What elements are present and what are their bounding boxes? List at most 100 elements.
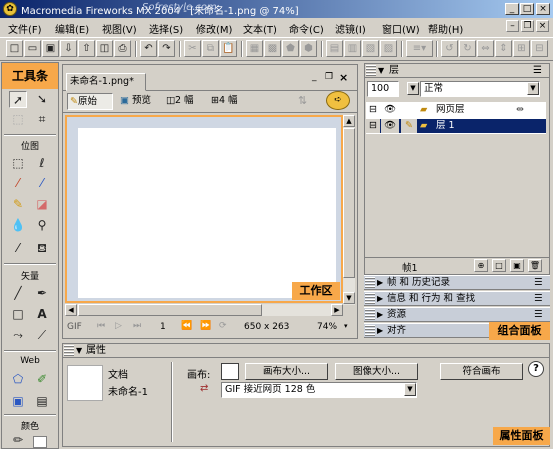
split-icon[interactable]: ⬢: [300, 40, 317, 57]
arrange-icon[interactable]: ⊟: [531, 40, 548, 57]
fit-canvas-button[interactable]: 符合画布: [440, 363, 523, 380]
export-format-select[interactable]: GIF 接近网页 128 色: [221, 382, 417, 398]
expand-arrow-icon[interactable]: ▶: [377, 276, 383, 290]
panel-grip-icon[interactable]: [365, 277, 375, 289]
expand-arrow-icon[interactable]: ▶: [377, 324, 383, 338]
visibility-eye-icon[interactable]: 👁: [381, 119, 399, 133]
export-icon[interactable]: ⇧: [78, 40, 95, 57]
next-frame-icon[interactable]: ⏩: [200, 321, 211, 331]
text-tool-icon[interactable]: A: [33, 306, 51, 323]
document-tab[interactable]: 未命名-1.png*: [66, 73, 146, 91]
scale-tool-icon[interactable]: ⬚: [9, 111, 27, 128]
doc-win-minimize-icon[interactable]: _: [312, 72, 317, 82]
paste-icon[interactable]: 📋: [220, 40, 237, 57]
prev-frame-icon[interactable]: ⏪: [181, 321, 192, 331]
flip-vertical-icon[interactable]: ⇕: [495, 40, 512, 57]
show-slices-icon[interactable]: ▤: [33, 393, 51, 410]
layer-row-web[interactable]: ⊟ 👁 ▰ 网页层 ⇹: [366, 103, 546, 117]
panel-options-icon[interactable]: ☰: [533, 64, 542, 77]
visibility-eye-icon[interactable]: 👁: [381, 103, 399, 117]
pen-tool-icon[interactable]: ✒: [33, 285, 51, 302]
expand-arrow-icon[interactable]: ▶: [377, 308, 383, 322]
panel-grip-icon[interactable]: [365, 325, 375, 337]
minimize-button[interactable]: _: [505, 3, 519, 15]
cut-icon[interactable]: ✂: [184, 40, 201, 57]
zoom-level[interactable]: 74%: [317, 322, 337, 332]
new-sublayer-icon[interactable]: ⊕: [474, 259, 488, 272]
eyedropper-tool-icon[interactable]: ⁄: [9, 240, 27, 257]
panel-grip-icon[interactable]: [365, 293, 375, 305]
open-icon[interactable]: ▭: [24, 40, 41, 57]
canvas-size-button[interactable]: 画布大小...: [245, 363, 328, 380]
menu-window[interactable]: 窗口(W): [382, 21, 420, 36]
hotspot-tool-icon[interactable]: ⬠: [9, 371, 27, 388]
expand-icon[interactable]: ⊟: [366, 119, 380, 133]
loop-icon[interactable]: ⟳: [219, 321, 227, 331]
play-icon[interactable]: ▷: [115, 321, 122, 331]
blend-mode-select[interactable]: 正常: [420, 81, 540, 97]
original-view-button[interactable]: ✎原始: [67, 93, 113, 110]
pointer-tool-icon[interactable]: ➚: [9, 91, 27, 108]
bring-front-icon[interactable]: ▤: [326, 40, 343, 57]
maximize-button[interactable]: □: [520, 3, 534, 15]
info-behaviors-find-panel[interactable]: ▶ 信息 和 行为 和 查找 ☰: [364, 291, 550, 306]
panel-options-icon[interactable]: ☰: [534, 276, 543, 290]
layer-row-1[interactable]: ⊟ 👁 ✎ ▰ 层 1: [366, 119, 546, 133]
menu-edit[interactable]: 编辑(E): [55, 21, 89, 36]
magic-wand-tool-icon[interactable]: ⁄: [9, 175, 27, 192]
frames-history-panel[interactable]: ▶ 帧 和 历史记录 ☰: [364, 275, 550, 290]
canvas-color-swatch[interactable]: [221, 363, 239, 380]
collapse-arrow-icon[interactable]: ▼: [76, 344, 82, 357]
send-backward-icon[interactable]: ▧: [362, 40, 379, 57]
rotate-left-icon[interactable]: ↺: [441, 40, 458, 57]
menu-text[interactable]: 文本(T): [243, 21, 277, 36]
opacity-dropdown-icon[interactable]: ▼: [407, 82, 419, 95]
panel-grip-icon[interactable]: [366, 65, 376, 77]
join-icon[interactable]: ⬟: [282, 40, 299, 57]
crop-tool-icon[interactable]: ⌗: [33, 111, 51, 128]
fill-color-swatch[interactable]: [33, 436, 47, 448]
ungroup-icon[interactable]: ▩: [264, 40, 281, 57]
first-frame-icon[interactable]: ⏮: [97, 321, 105, 331]
pencil-tool-icon[interactable]: ✎: [9, 196, 27, 213]
menu-select[interactable]: 选择(S): [149, 21, 183, 36]
doc-win-close-icon[interactable]: ×: [339, 71, 348, 84]
stroke-color-icon[interactable]: ✏: [9, 432, 27, 449]
horizontal-scroll-thumb[interactable]: [78, 304, 262, 316]
4up-view-button[interactable]: ⊞4 幅: [209, 93, 253, 110]
last-frame-icon[interactable]: ⏭: [133, 321, 141, 331]
print-icon[interactable]: ⎙: [114, 40, 131, 57]
new-icon[interactable]: □: [6, 40, 23, 57]
new-layer-icon[interactable]: □: [492, 259, 506, 272]
add-mask-icon[interactable]: ▣: [510, 259, 524, 272]
save-icon[interactable]: ▣: [42, 40, 59, 57]
menu-view[interactable]: 视图(V): [102, 21, 137, 36]
expand-icon[interactable]: ⊟: [366, 103, 380, 117]
image-size-button[interactable]: 图像大小...: [335, 363, 418, 380]
line-tool-icon[interactable]: ╱: [9, 285, 27, 302]
help-icon[interactable]: ?: [528, 361, 544, 377]
slice-tool-icon[interactable]: ✐: [33, 371, 51, 388]
scroll-left-icon[interactable]: ◀: [65, 304, 77, 316]
share-layer-icon[interactable]: ⇹: [516, 103, 524, 117]
doc-minimize-button[interactable]: –: [506, 20, 519, 32]
assets-panel[interactable]: ▶ 资源 ☰: [364, 307, 550, 322]
panel-grip-icon[interactable]: [64, 345, 74, 357]
layers-panel-header[interactable]: ▼ 层 ☰: [365, 64, 549, 78]
group-icon[interactable]: ▦: [246, 40, 263, 57]
doc-restore-button[interactable]: ❐: [521, 20, 534, 32]
knife-tool-icon[interactable]: ⟋: [33, 327, 51, 344]
bring-forward-icon[interactable]: ▥: [344, 40, 361, 57]
doc-win-restore-icon[interactable]: ❐: [325, 72, 333, 82]
align-icon[interactable]: ≡▾: [406, 40, 433, 57]
opacity-input[interactable]: 100: [367, 81, 399, 97]
distribute-icon[interactable]: ⊞: [513, 40, 530, 57]
edit-pencil-icon[interactable]: ✎: [401, 119, 417, 133]
preview-icon[interactable]: ◫: [96, 40, 113, 57]
brush-tool-icon[interactable]: ⁄: [33, 175, 51, 192]
marquee-tool-icon[interactable]: ⬚: [9, 155, 27, 172]
redo-icon[interactable]: ↷: [158, 40, 175, 57]
menu-commands[interactable]: 命令(C): [289, 21, 324, 36]
rectangle-tool-icon[interactable]: □: [9, 306, 27, 323]
menu-file[interactable]: 文件(F): [8, 21, 42, 36]
